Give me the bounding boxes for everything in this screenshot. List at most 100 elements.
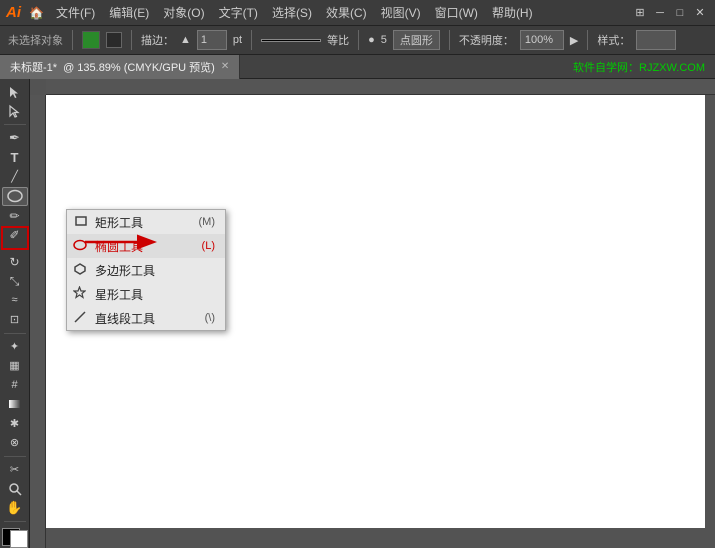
minimize-icon[interactable]: ─ <box>651 4 669 22</box>
symbol-tool[interactable]: ✦ <box>2 338 28 356</box>
toolbar-divider-3 <box>4 333 26 334</box>
stroke-value[interactable] <box>197 30 227 50</box>
main-area: ✒ T ╱ ✏ ✐ ↻ ⤡ ≈ ⊡ ✦ ▦ # ✱ ⊗ ✂ ✋ <box>0 79 715 548</box>
tab-info: @ 135.89% (CMYK/GPU 预览) <box>63 59 215 75</box>
color-boxes[interactable] <box>2 528 28 548</box>
tab-close-button[interactable]: ✕ <box>221 61 229 72</box>
menu-object[interactable]: 对象(O) <box>157 2 210 23</box>
style-label: 样式： <box>597 32 630 48</box>
menu-file[interactable]: 文件(F) <box>50 2 101 23</box>
menu-view[interactable]: 视图(V) <box>375 2 427 23</box>
pencil-tool[interactable]: ✐ <box>2 226 28 244</box>
horizontal-ruler <box>46 79 715 95</box>
menu-select[interactable]: 选择(S) <box>266 2 318 23</box>
no-selection-label: 未选择对象 <box>8 32 63 48</box>
ratio-label: 等比 <box>327 32 349 48</box>
point-count-value: 5 <box>381 34 387 46</box>
menu-item-rect[interactable]: 矩形工具 (M) <box>67 210 225 234</box>
ellipse-tool-shortcut: (L) <box>202 240 215 252</box>
eyedropper-tool[interactable]: ✱ <box>2 415 28 433</box>
free-transform-tool[interactable]: ⊡ <box>2 311 28 329</box>
grid-icon[interactable]: ⊞ <box>631 4 649 22</box>
website-label: 软件自学网：RJZXW.COM <box>573 59 715 75</box>
shape-tool[interactable] <box>2 187 28 206</box>
paintbrush-tool[interactable]: ✏ <box>2 207 28 225</box>
stroke-unit: pt <box>233 34 242 46</box>
fill-color[interactable] <box>82 31 100 49</box>
pen-tool[interactable]: ✒ <box>2 129 28 147</box>
polygon-icon <box>74 263 86 278</box>
separator-2 <box>131 30 132 50</box>
menu-window[interactable]: 窗口(W) <box>429 2 484 23</box>
scale-tool[interactable]: ⤡ <box>2 272 28 290</box>
separator-5 <box>449 30 450 50</box>
separator-3 <box>251 30 252 50</box>
menu-item-ellipse[interactable]: 椭圆工具 (L) <box>67 234 225 258</box>
tab-bar: 未标题-1* @ 135.89% (CMYK/GPU 预览) ✕ 软件自学网：R… <box>0 55 715 79</box>
vertical-ruler <box>30 95 46 548</box>
line-tool-label: 直线段工具 <box>95 310 155 327</box>
tab-name: 未标题-1* <box>10 59 57 75</box>
toolbar-divider-1 <box>4 124 26 125</box>
close-icon[interactable]: ✕ <box>691 4 709 22</box>
line-tool[interactable]: ╱ <box>2 168 28 186</box>
polygon-tool-label: 多边形工具 <box>95 262 155 279</box>
graph-tool[interactable]: ▦ <box>2 357 28 375</box>
rect-tool-label: 矩形工具 <box>95 214 143 231</box>
document-tab[interactable]: 未标题-1* @ 135.89% (CMYK/GPU 预览) ✕ <box>0 55 240 79</box>
mesh-tool[interactable]: # <box>2 376 28 394</box>
opacity-value[interactable]: 100% <box>520 30 564 50</box>
point-count-label: ● <box>368 34 375 46</box>
menu-help[interactable]: 帮助(H) <box>486 2 539 23</box>
toolbar-divider-5 <box>4 521 26 522</box>
menu-edit[interactable]: 编辑(E) <box>103 2 155 23</box>
menu-item-polygon[interactable]: 多边形工具 <box>67 258 225 282</box>
star-icon <box>73 286 86 302</box>
zoom-tool[interactable] <box>2 480 28 498</box>
star-tool-label: 星形工具 <box>95 286 143 303</box>
warp-tool[interactable]: ≈ <box>2 291 28 309</box>
separator-1 <box>72 30 73 50</box>
stroke-label: 描边： <box>141 32 174 48</box>
menu-effect[interactable]: 效果(C) <box>320 2 373 23</box>
options-bar: 未选择对象 描边： ▲ pt 等比 ● 5 点圆形 不透明度： 100% ▶ 样… <box>0 25 715 55</box>
home-icon[interactable]: 🏠 <box>29 6 44 20</box>
rect-icon <box>75 215 87 229</box>
point-shape[interactable]: 点圆形 <box>393 30 440 50</box>
opacity-label: 不透明度： <box>459 32 514 48</box>
background-color[interactable] <box>10 530 28 548</box>
stroke-arrow-up[interactable]: ▲ <box>180 34 191 46</box>
rect-tool-shortcut: (M) <box>199 216 216 228</box>
blend-tool[interactable]: ⊗ <box>2 434 28 452</box>
menu-item-line[interactable]: 直线段工具 (\) <box>67 306 225 330</box>
window-controls: ⊞ ─ □ ✕ <box>631 4 709 22</box>
opacity-arrow[interactable]: ▶ <box>570 34 578 47</box>
gradient-tool[interactable] <box>2 395 28 413</box>
selection-tool[interactable] <box>2 83 28 101</box>
type-tool[interactable]: T <box>2 148 28 166</box>
hand-tool[interactable]: ✋ <box>2 499 28 517</box>
ellipse-icon <box>73 239 87 254</box>
stroke-color[interactable] <box>106 32 122 48</box>
line-seg-icon <box>74 311 86 326</box>
separator-6 <box>587 30 588 50</box>
menu-bar: 文件(F) 编辑(E) 对象(O) 文字(T) 选择(S) 效果(C) 视图(V… <box>50 2 539 23</box>
canvas-area: 矩形工具 (M) 椭圆工具 (L) 多边形工具 <box>30 79 715 548</box>
ellipse-tool-label: 椭圆工具 <box>95 238 143 255</box>
toolbar-divider-2 <box>4 248 26 249</box>
app-logo: Ai <box>6 4 21 21</box>
separator-4 <box>358 30 359 50</box>
toolbar-divider-4 <box>4 456 26 457</box>
context-menu: 矩形工具 (M) 椭圆工具 (L) 多边形工具 <box>66 209 226 331</box>
menu-item-star[interactable]: 星形工具 <box>67 282 225 306</box>
direct-selection-tool[interactable] <box>2 102 28 120</box>
menu-text[interactable]: 文字(T) <box>213 2 264 23</box>
style-value[interactable] <box>636 30 676 50</box>
rotate-tool[interactable]: ↻ <box>2 253 28 271</box>
title-bar: Ai 🏠 文件(F) 编辑(E) 对象(O) 文字(T) 选择(S) 效果(C)… <box>0 0 715 25</box>
maximize-icon[interactable]: □ <box>671 4 689 22</box>
stroke-line[interactable] <box>261 39 321 42</box>
slice-tool[interactable]: ✂ <box>2 461 28 479</box>
toolbar: ✒ T ╱ ✏ ✐ ↻ ⤡ ≈ ⊡ ✦ ▦ # ✱ ⊗ ✂ ✋ <box>0 79 30 548</box>
line-tool-shortcut: (\) <box>205 312 215 324</box>
